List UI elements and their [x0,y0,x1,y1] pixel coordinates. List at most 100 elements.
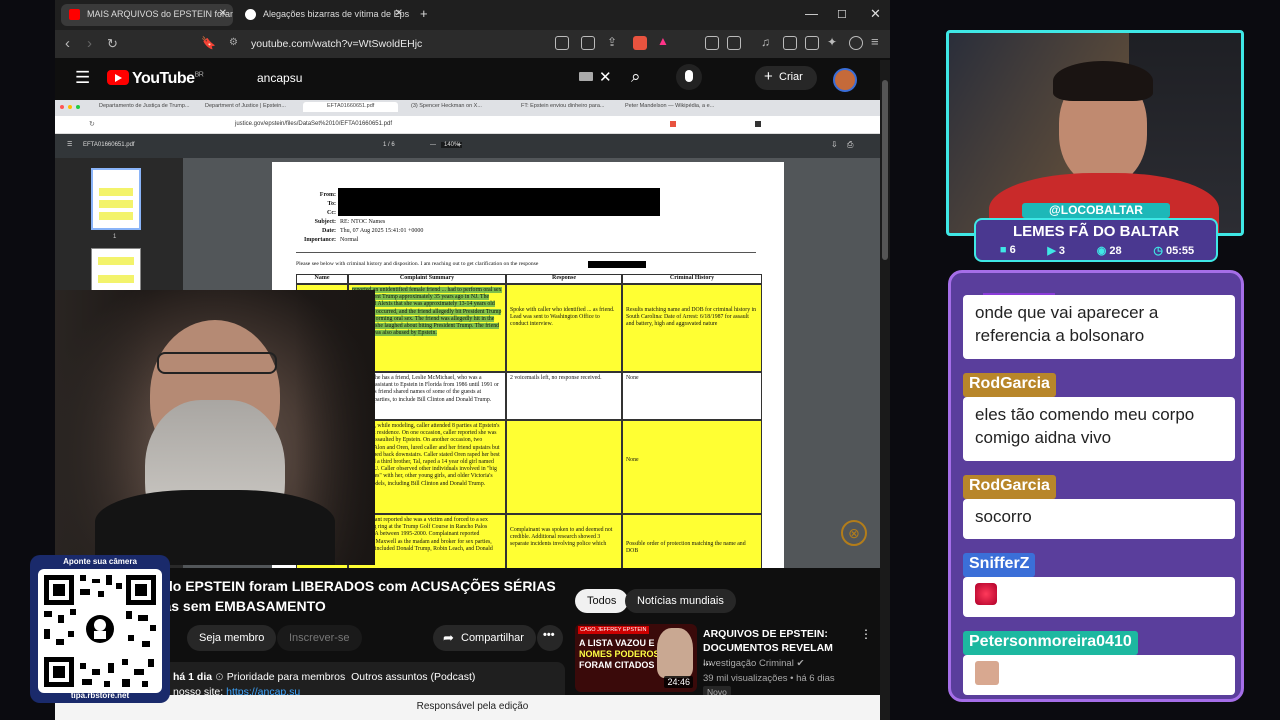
recommended-thumbnail[interactable]: CASO JEFFREY EPSTEIN A LISTA VAZOU E NOM… [575,624,697,692]
inner-tab: Peter Mandelson — Wikipédia, a e... [625,103,715,109]
inner-tab: (3) Spencer Heckman on X... [411,103,482,109]
streamer-nameplate: @LOCOBALTAR LEMES FÃ DO BALTAR ■ 6 ▶ 3 ◉… [974,203,1218,263]
cast-icon[interactable] [555,36,569,50]
sidebar-icon[interactable] [783,36,797,50]
live-chat-panel: onde que vai aparecer a referencia a bol… [948,270,1244,702]
table-cell: Possible order of protection matching th… [622,514,762,568]
tab-title: Alegações bizarras de vítima de Epstein … [263,9,409,19]
more-options-icon[interactable]: ⋮ [860,627,872,641]
stat-value: 3 [1058,245,1066,257]
inner-url: justice.gov/epstein/files/DataSet%2010/E… [235,121,392,127]
stat-value: 6 [1009,244,1016,256]
priority-label: Prioridade para membros [226,671,346,683]
wallet-icon[interactable] [805,36,819,50]
vpn-icon[interactable] [849,36,863,50]
video-title: S do EPSTEIN foram LIBERADOS com ACUSAÇÕ… [151,578,556,614]
tab-inactive[interactable]: Alegações bizarras de vítima de Epstein … [237,4,409,26]
share-icon[interactable]: ⇪ [607,35,621,49]
tab-search-icon[interactable] [727,36,741,50]
response-text: Complainant was spoken to and deemed not… [510,527,613,548]
stat-time: ◷ 05:55 [1153,244,1194,257]
media-icon[interactable]: ♫ [761,35,775,49]
close-tab-icon[interactable]: ✕ [395,8,403,19]
scrollbar-thumb[interactable] [882,80,888,260]
menu-icon[interactable]: ≡ [871,34,885,49]
chat-message: eles tão comendo meu corpo comigo aidna … [963,397,1235,461]
youtube-play-icon [107,70,129,85]
reload-icon[interactable]: ↻ [107,36,118,52]
sticker-emoji-icon [975,583,997,605]
webcam-overlay-left [55,290,375,565]
brave-rewards-icon[interactable]: ▲ [657,34,671,48]
back-icon[interactable]: ‹ [65,35,70,52]
maximize-icon[interactable]: ☐ [837,8,847,21]
microphone-icon [685,70,693,82]
qr-caption-bottom: tipa.rbstore.net [70,691,130,700]
category-label: Outros assuntos [351,671,428,683]
inner-tab-active: EFTA01660651.pdf [303,102,399,112]
chip-all[interactable]: Todos [575,589,629,613]
table-cell: None [622,372,762,420]
cc-label: Cc: [327,210,336,216]
hamburger-icon[interactable]: ☰ [75,68,90,88]
more-actions-button[interactable]: ••• [537,625,563,651]
pdf-filename: EFTA01660651.pdf [83,142,135,148]
subject-label: Subject: [314,219,336,225]
create-button[interactable]: + Criar [755,66,817,90]
table-cell: 2 voicemails left, no response received. [506,372,622,420]
join-button[interactable]: Seja membro [187,625,277,651]
close-tab-icon[interactable]: ✕ [219,8,227,19]
recommended-stats: 39 mil visualizações • há 6 dias [703,673,835,684]
clear-search-icon[interactable]: ✕ [599,68,612,86]
to-label: To: [327,201,336,207]
chat-username: SnifferZ [963,553,1036,577]
redaction-block [588,261,646,268]
date-value: Thu, 07 Aug 2025 15:41:01 +0000 [340,228,424,234]
table-cell: None [622,420,762,514]
voice-search-button[interactable] [676,64,702,90]
leo-icon[interactable]: ✦ [827,35,841,49]
chat-message [963,577,1235,617]
extensions-icon[interactable] [705,36,719,50]
chip-world-news[interactable]: Notícias mundiais [625,589,736,613]
screenshot-icon[interactable] [581,36,595,50]
podcast-label: (Podcast) [430,671,476,683]
forward-icon[interactable]: › [87,35,92,52]
history-text: None [626,375,639,381]
minimize-icon[interactable]: — [805,6,818,21]
recommended-video[interactable]: CASO JEFFREY EPSTEIN A LISTA VAZOU E NOM… [575,624,880,698]
site-info-icon[interactable]: ⚙ [229,37,238,48]
keyboard-icon[interactable] [579,72,593,81]
url-text: youtube.com/watch?v=WtSwoldEHjc [251,38,423,50]
column-header: Response [506,274,622,284]
view-count: 39 mil visualizações [703,673,788,684]
streamer-handle: @LOCOBALTAR [1022,203,1170,218]
subscribe-button[interactable]: Inscrever-se [277,625,362,651]
inner-tab: FT: Epstein enviou dinheiro para... [521,103,605,109]
close-window-icon[interactable]: ✕ [870,6,881,22]
search-icon[interactable]: ⌕ [631,67,641,87]
plus-icon: + [764,68,773,85]
chat-username: Petersonmoreira0410 [963,631,1138,655]
avatar[interactable] [833,68,857,92]
pdf-print-icon: ⎙ [847,140,854,149]
youtube-logo[interactable]: YouTubeBR [107,70,204,88]
tab-active[interactable]: MAIS ARQUIVOS do EPSTEIN foram ✕ [61,4,233,26]
channel-watermark-icon[interactable]: ⊗ [841,520,867,546]
history-text: Results matching name and DOB for crimin… [626,307,757,328]
brave-shield-icon[interactable] [633,36,647,50]
share-button[interactable]: ➦ Compartilhar [433,625,536,651]
new-tab-icon[interactable]: + [420,6,428,21]
thumb-number: 1 [113,234,117,240]
pdf-download-icon: ⇩ [831,140,838,149]
page-scrollbar[interactable] [880,60,890,720]
mac-close-dot [60,105,64,109]
verified-icon: ✔ [796,658,805,669]
date-label: Date: [322,228,336,234]
intro-text: Please see below with criminal history a… [296,261,539,267]
search-input[interactable]: ancapsu ✕ [245,66,621,90]
table-cell [506,420,622,514]
stat-youtube: ▶ 3 [1047,244,1065,257]
presenter-glasses [157,352,277,374]
bookmark-icon[interactable]: 🔖 [201,36,216,50]
